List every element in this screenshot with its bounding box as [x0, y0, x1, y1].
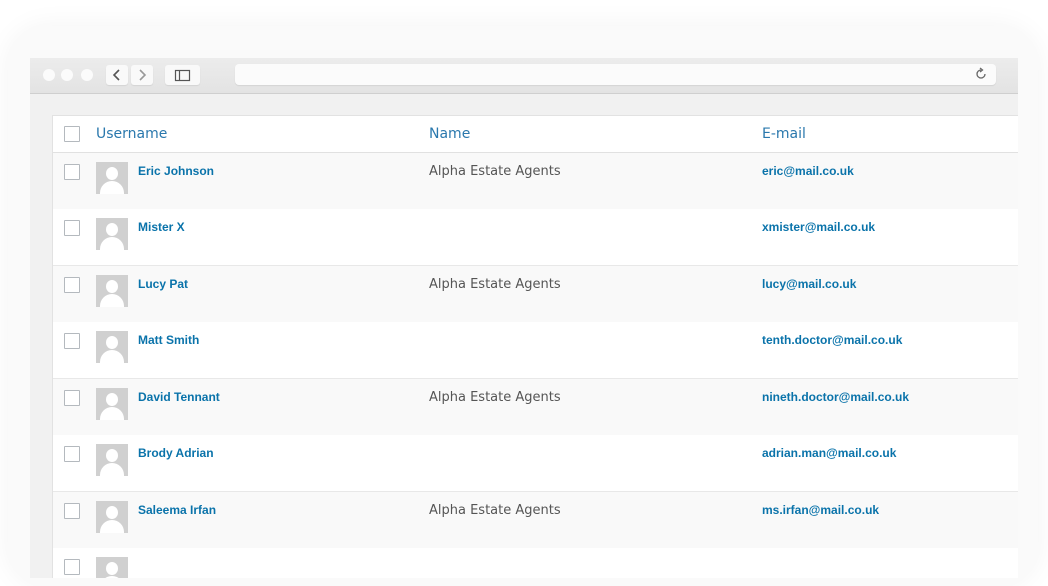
forward-button[interactable] [131, 65, 153, 85]
table-header: Username Name E-mail [53, 116, 1018, 153]
column-username[interactable]: Username [96, 126, 167, 142]
row-checkbox[interactable] [64, 390, 80, 406]
sidebar-icon [174, 69, 191, 82]
table-row: David Tennant Alpha Estate Agents nineth… [53, 378, 1018, 435]
table-row: Matt Smith tenth.doctor@mail.co.uk [53, 322, 1018, 378]
avatar-placeholder-icon [96, 388, 128, 420]
row-checkbox[interactable] [64, 333, 80, 349]
row-checkbox[interactable] [64, 164, 80, 180]
email-link[interactable]: lucy@mail.co.uk [762, 277, 856, 291]
name-cell: Alpha Estate Agents [429, 503, 561, 518]
username-link[interactable]: Mister X [138, 220, 185, 234]
email-link[interactable]: eric@mail.co.uk [762, 164, 854, 178]
browser-toolbar [30, 58, 1018, 94]
select-all-checkbox[interactable] [64, 126, 80, 142]
row-checkbox[interactable] [64, 559, 80, 575]
table-row: Saleema Irfan Alpha Estate Agents ms.irf… [53, 491, 1018, 548]
back-icon [112, 69, 120, 81]
browser-window: Username Name E-mail Eric Johnson Alpha … [30, 58, 1018, 578]
avatar-placeholder-icon [96, 557, 128, 578]
avatar-placeholder-icon [96, 444, 128, 476]
forward-icon [139, 69, 147, 81]
email-link[interactable]: xmister@mail.co.uk [762, 220, 875, 234]
table-row: Brody Adrian adrian.man@mail.co.uk [53, 435, 1018, 491]
email-link[interactable]: ms.irfan@mail.co.uk [762, 503, 879, 517]
username-link[interactable]: Matt Smith [138, 333, 199, 347]
table-row [53, 548, 1018, 578]
maximize-window-dot[interactable] [81, 69, 93, 81]
column-name[interactable]: Name [429, 126, 470, 142]
email-link[interactable]: nineth.doctor@mail.co.uk [762, 390, 909, 404]
username-link[interactable]: David Tennant [138, 390, 220, 404]
users-table: Username Name E-mail Eric Johnson Alpha … [52, 115, 1018, 578]
close-window-dot[interactable] [43, 69, 55, 81]
name-cell: Alpha Estate Agents [429, 390, 561, 405]
avatar-placeholder-icon [96, 218, 128, 250]
username-link[interactable]: Saleema Irfan [138, 503, 216, 517]
row-checkbox[interactable] [64, 503, 80, 519]
username-link[interactable]: Lucy Pat [138, 277, 188, 291]
reload-icon [976, 67, 986, 79]
username-link[interactable]: Brody Adrian [138, 446, 214, 460]
avatar-placeholder-icon [96, 162, 128, 194]
row-checkbox[interactable] [64, 277, 80, 293]
email-link[interactable]: adrian.man@mail.co.uk [762, 446, 896, 460]
name-cell: Alpha Estate Agents [429, 277, 561, 292]
name-cell: Alpha Estate Agents [429, 164, 561, 179]
row-checkbox[interactable] [64, 446, 80, 462]
avatar-placeholder-icon [96, 501, 128, 533]
table-row: Mister X xmister@mail.co.uk [53, 209, 1018, 265]
avatar-placeholder-icon [96, 275, 128, 307]
minimize-window-dot[interactable] [61, 69, 73, 81]
avatar-placeholder-icon [96, 331, 128, 363]
row-checkbox[interactable] [64, 220, 80, 236]
email-link[interactable]: tenth.doctor@mail.co.uk [762, 333, 902, 347]
back-button[interactable] [106, 65, 128, 85]
username-link[interactable]: Eric Johnson [138, 164, 214, 178]
column-email[interactable]: E-mail [762, 126, 806, 142]
table-row: Eric Johnson Alpha Estate Agents eric@ma… [53, 153, 1018, 209]
table-row: Lucy Pat Alpha Estate Agents lucy@mail.c… [53, 265, 1018, 322]
reload-button[interactable] [974, 67, 988, 81]
address-bar[interactable] [235, 64, 996, 85]
sidebar-toggle-button[interactable] [165, 65, 200, 85]
